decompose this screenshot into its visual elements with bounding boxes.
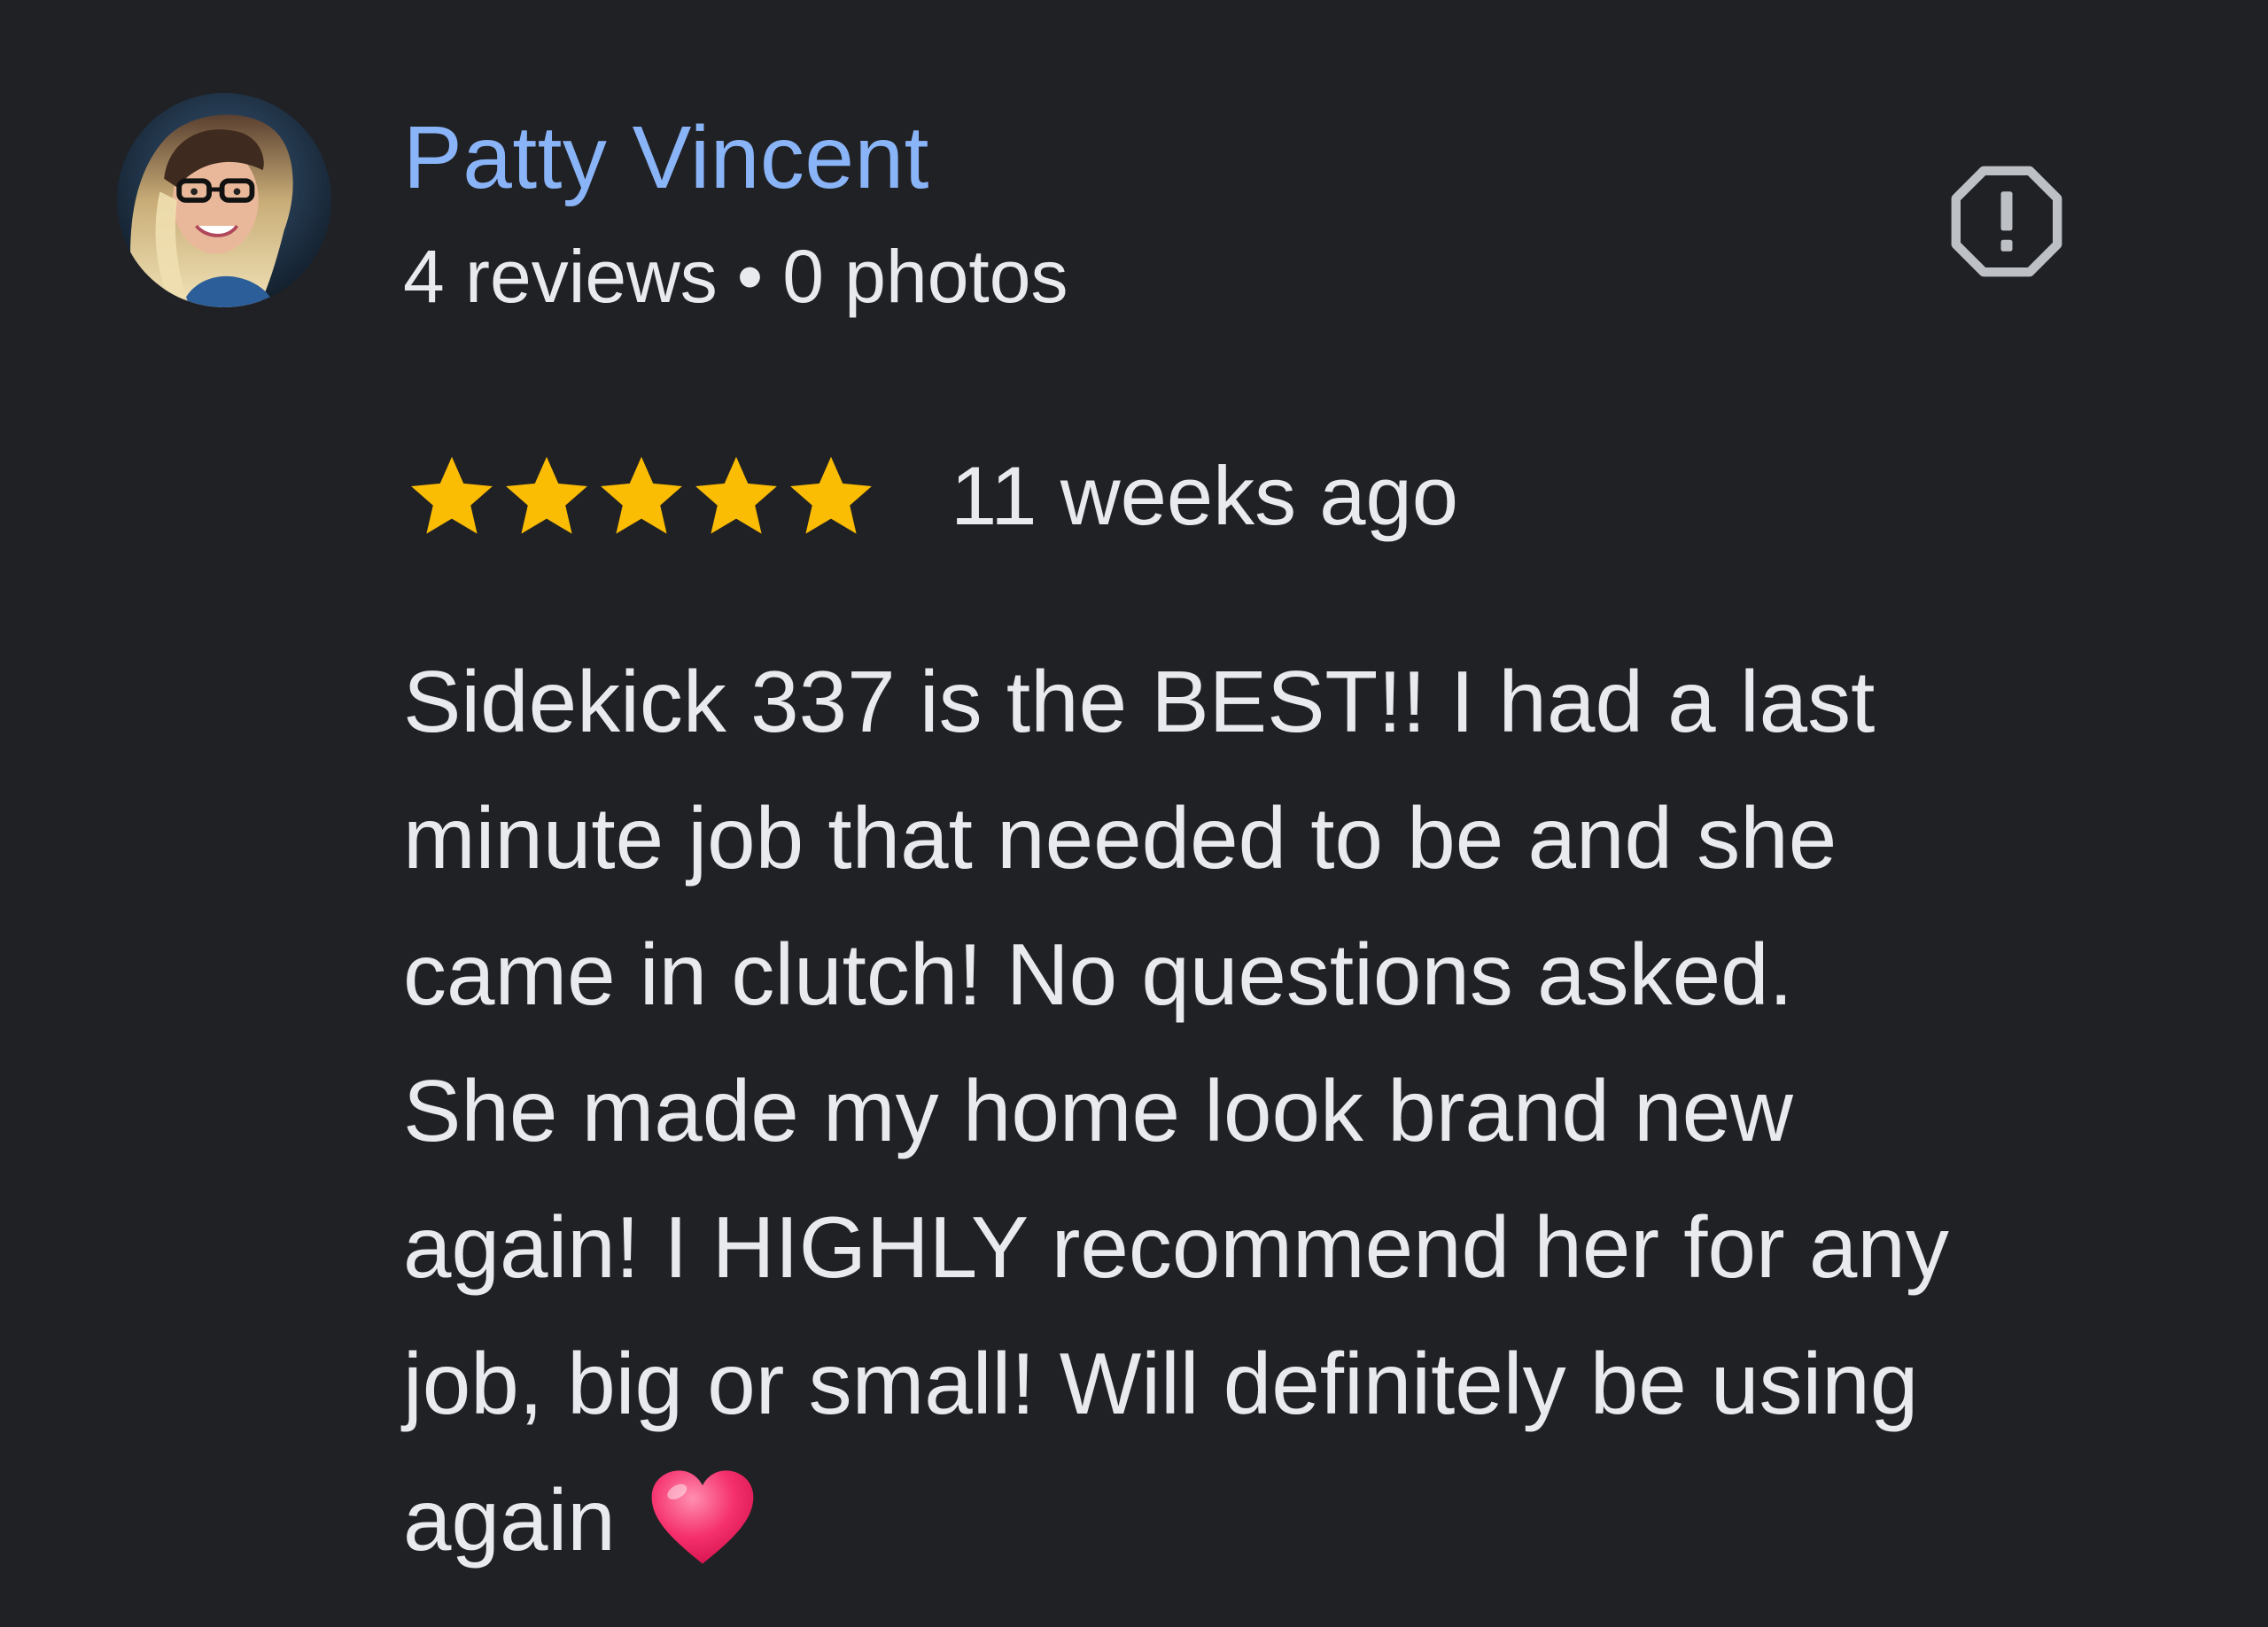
reviews-count: 4 reviews bbox=[403, 235, 718, 318]
review-text-line: She made my home look brand new bbox=[403, 1062, 1793, 1159]
report-octagon-exclamation-icon bbox=[1951, 166, 2062, 277]
review-card: Patty Vincent 4 reviews • 0 photos 11 week… bbox=[0, 0, 2268, 1627]
star-icon bbox=[601, 456, 682, 534]
rating-row: 11 weeks ago bbox=[406, 443, 1458, 549]
author-stats: 4 reviews • 0 photos bbox=[403, 232, 1068, 321]
review-time: 11 weeks ago bbox=[951, 449, 1459, 542]
review-text-line: again! I HIGHLY recommend her for any bbox=[403, 1198, 1949, 1296]
photos-count: 0 photos bbox=[782, 235, 1068, 318]
star-rating bbox=[406, 450, 880, 542]
star-icon bbox=[506, 456, 587, 534]
heart-emoji-icon bbox=[651, 1470, 754, 1564]
star-icon bbox=[411, 456, 493, 534]
review-text-line: again bbox=[403, 1471, 616, 1569]
author-name[interactable]: Patty Vincent bbox=[403, 105, 929, 211]
review-text-line: minute job that needed to be and she bbox=[403, 789, 1837, 887]
author-avatar[interactable] bbox=[117, 93, 331, 307]
separator-dot: • bbox=[736, 235, 764, 318]
review-text-line: job, big or small! Will definitely be us… bbox=[403, 1335, 1919, 1432]
star-icon bbox=[790, 456, 872, 534]
review-text-line: came in clutch! No questions asked. bbox=[403, 926, 1793, 1023]
user-photo-avatar-icon bbox=[117, 93, 331, 307]
review-body: Sidekick 337 is the BEST!! I had a last … bbox=[403, 633, 2193, 1588]
report-review-button[interactable] bbox=[1949, 164, 2064, 279]
review-text-line: Sidekick 337 is the BEST!! I had a last bbox=[403, 653, 1876, 750]
star-icon bbox=[695, 456, 777, 534]
review-text-last-line: again bbox=[403, 1452, 2193, 1588]
